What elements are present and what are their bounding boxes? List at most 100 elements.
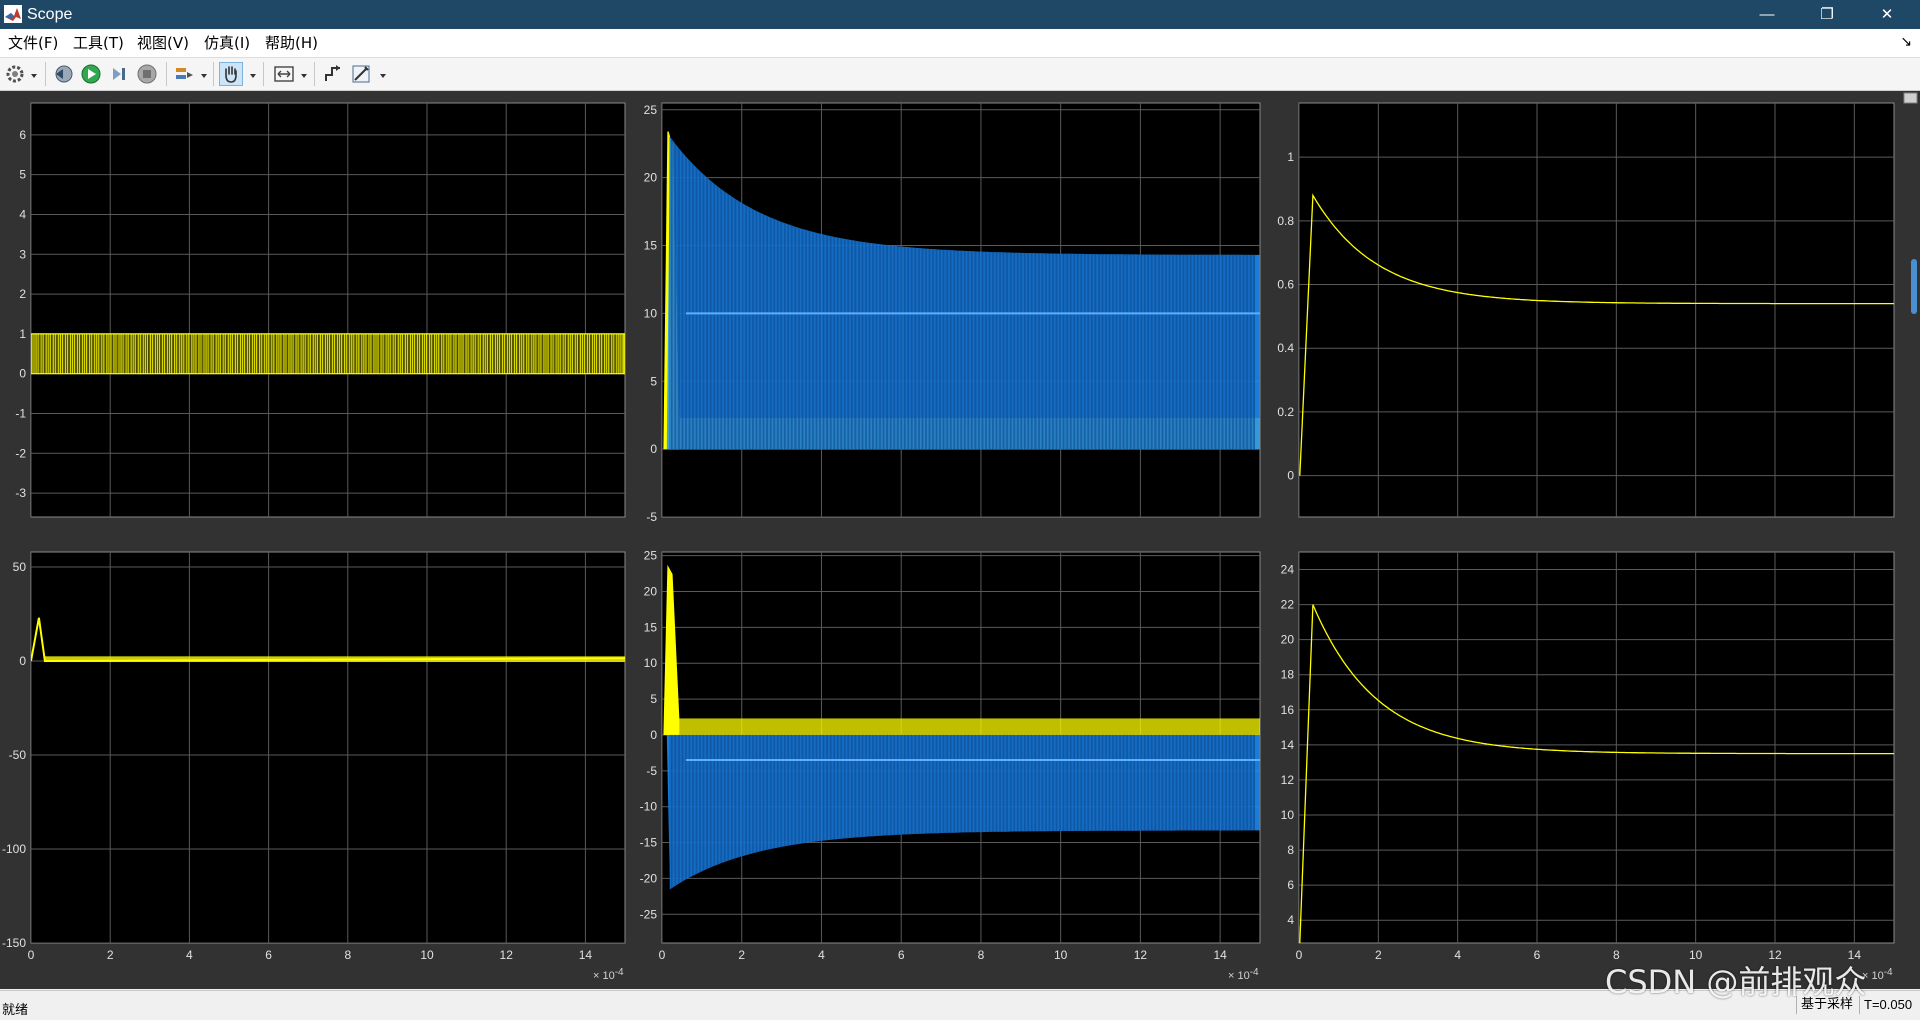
x-tick-label: 14: [1848, 948, 1862, 962]
y-tick-label: 0.6: [1277, 278, 1294, 292]
menu-simulation[interactable]: 仿真(I): [204, 34, 250, 52]
x-tick-label: 10: [1689, 948, 1703, 962]
step-forward-icon[interactable]: [108, 63, 130, 85]
status-text: 就绪: [2, 1003, 29, 1018]
axes-p23: [1298, 551, 1895, 944]
x-tick-label: 10: [420, 948, 434, 962]
x-tick-label: 14: [579, 948, 593, 962]
x-tick-label: 6: [265, 948, 272, 962]
x-tick-label: 8: [1613, 948, 1620, 962]
y-tick-label: 10: [1281, 808, 1295, 822]
scroll-up-button: [1903, 92, 1918, 104]
menu-bar: 文件(F) 工具(T) 视图(V) 仿真(I) 帮助(H) ↘: [0, 29, 1920, 58]
menu-file[interactable]: 文件(F): [8, 34, 58, 52]
y-tick-label: 1: [19, 327, 26, 341]
toolbar-divider: [45, 62, 46, 86]
y-tick-label: 20: [644, 584, 658, 598]
x-tick-label: 8: [978, 948, 985, 962]
axes-p21: [30, 551, 626, 944]
trace-band-fill: [663, 718, 1260, 735]
x-tick-label: 0: [1296, 948, 1303, 962]
x-tick-label: 12: [500, 948, 514, 962]
y-tick-label: 25: [644, 549, 658, 563]
y-tick-label: -10: [640, 800, 658, 814]
y-tick-label: 25: [644, 103, 658, 117]
y-tick-label: 0: [650, 442, 657, 456]
y-tick-label: -50: [9, 748, 27, 762]
matlab-logo-icon: [4, 5, 22, 23]
menu-tools[interactable]: 工具(T): [73, 34, 124, 52]
chevron-down-icon[interactable]: [30, 68, 38, 78]
toolbar-divider: [263, 62, 264, 86]
measure-icon[interactable]: [350, 63, 372, 85]
y-tick-label: 2: [19, 287, 26, 301]
x-tick-label: 6: [898, 948, 905, 962]
window-title: Scope: [27, 6, 73, 23]
y-tick-label: 10: [644, 306, 658, 320]
gear-icon[interactable]: [4, 63, 26, 85]
y-tick-label: 50: [13, 560, 27, 574]
y-tick-label: 5: [19, 168, 26, 182]
y-tick-label: -15: [640, 836, 658, 850]
y-tick-label: -1: [15, 407, 26, 421]
close-button[interactable]: ✕: [1860, 0, 1914, 29]
chevron-down-icon[interactable]: [300, 68, 308, 78]
y-tick-label: 1: [1287, 150, 1294, 164]
signal-highlight-icon[interactable]: [173, 63, 195, 85]
x-exponent-label: × 10-4: [1862, 967, 1893, 982]
chevron-down-icon[interactable]: [200, 68, 208, 78]
y-tick-label: 0.8: [1277, 214, 1294, 228]
y-tick-label: -3: [15, 486, 26, 500]
x-exponent-power: -4: [1884, 967, 1893, 978]
toolbar-divider: [314, 62, 315, 86]
y-tick-label: 6: [1287, 878, 1294, 892]
x-tick-label: 0: [659, 948, 666, 962]
y-tick-label: 5: [650, 374, 657, 388]
pan-hand-icon[interactable]: [219, 62, 243, 86]
y-tick-label: -100: [2, 842, 26, 856]
x-tick-label: 12: [1768, 948, 1782, 962]
y-tick-label: 20: [644, 171, 658, 185]
y-tick-label: -5: [646, 764, 657, 778]
x-tick-label: 12: [1134, 948, 1148, 962]
menu-help[interactable]: 帮助(H): [265, 34, 318, 52]
trigger-icon[interactable]: [322, 63, 344, 85]
toolbar-divider: [166, 62, 167, 86]
zoom-fit-icon[interactable]: [273, 63, 295, 85]
x-exponent-label: × 10-4: [1228, 967, 1259, 982]
stop-icon[interactable]: [136, 63, 158, 85]
toolbar: [0, 58, 1920, 91]
y-tick-label: 0: [1287, 469, 1294, 483]
dock-arrow-icon[interactable]: ↘: [1900, 33, 1912, 50]
chevron-down-icon[interactable]: [379, 68, 387, 78]
trace-ripple: [44, 656, 625, 663]
y-tick-label: 12: [1281, 773, 1295, 787]
y-tick-label: 15: [644, 239, 658, 253]
restore-button[interactable]: ❐: [1800, 0, 1854, 29]
y-tick-label: 3: [19, 247, 26, 261]
x-tick-label: 4: [1454, 948, 1461, 962]
x-exponent-power: -4: [1250, 967, 1259, 978]
minimize-button[interactable]: —: [1740, 0, 1794, 29]
x-tick-label: 4: [818, 948, 825, 962]
y-tick-label: -25: [640, 907, 658, 921]
x-tick-label: 0: [28, 948, 35, 962]
x-tick-label: 4: [186, 948, 193, 962]
step-back-icon[interactable]: [52, 63, 74, 85]
x-exponent-label: × 10-4: [593, 967, 624, 982]
chevron-down-icon[interactable]: [249, 68, 257, 78]
y-tick-label: -20: [640, 871, 658, 885]
run-icon[interactable]: [80, 63, 102, 85]
y-tick-label: 4: [1287, 913, 1294, 927]
scope-figure[interactable]: -3-2-10123456-5051015202500.20.40.60.81-…: [0, 91, 1920, 989]
toolbar-divider: [213, 62, 214, 86]
axes-p13: [1298, 102, 1895, 518]
y-tick-label: 0.4: [1277, 341, 1294, 355]
y-tick-label: 0: [19, 654, 26, 668]
y-tick-label: 0: [650, 728, 657, 742]
y-tick-label: 18: [1281, 668, 1295, 682]
menu-view[interactable]: 视图(V): [137, 34, 189, 52]
x-tick-label: 8: [344, 948, 351, 962]
x-tick-label: 10: [1054, 948, 1068, 962]
y-tick-label: 20: [1281, 633, 1295, 647]
